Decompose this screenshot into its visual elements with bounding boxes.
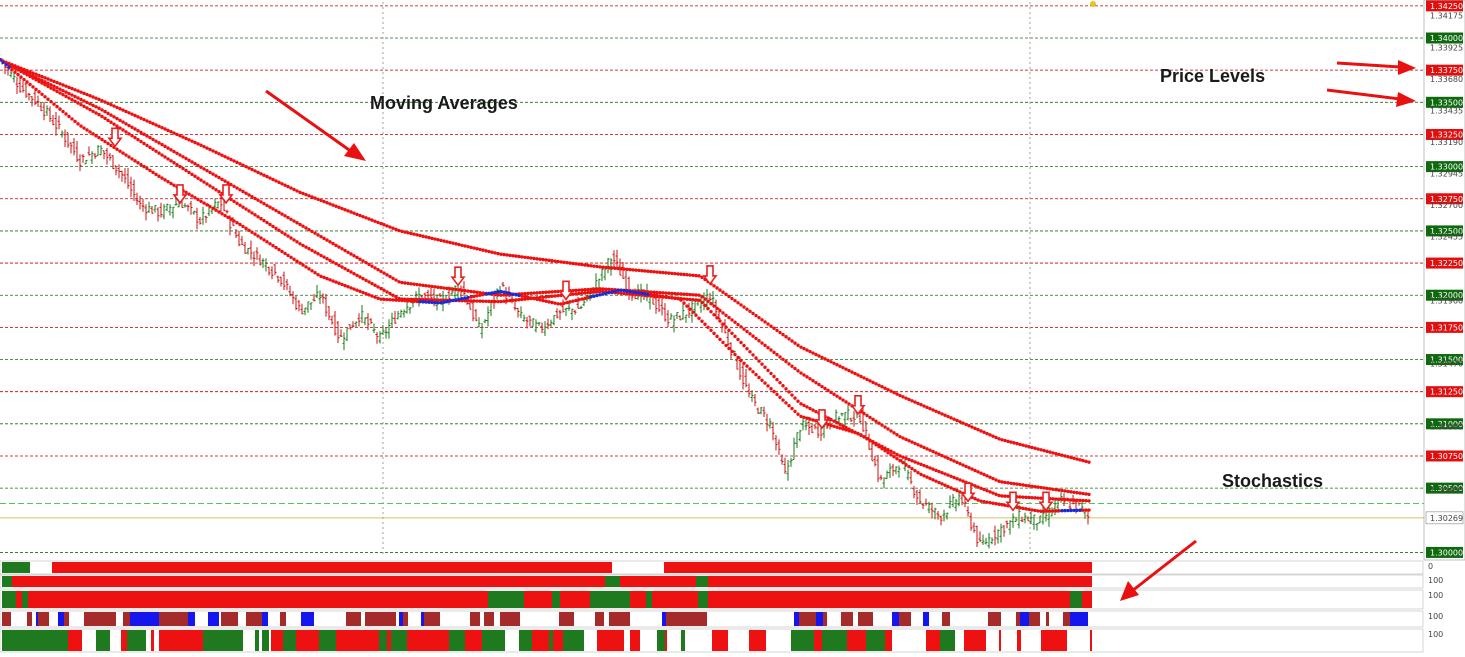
stochastics-panel: 100 — [0, 574, 1443, 589]
price-tick-label: 1.33925 — [1430, 44, 1463, 53]
level-price-label: 1.30750 — [1430, 452, 1463, 461]
level-price-label: 1.33750 — [1430, 66, 1463, 75]
level-price-label: 1.31750 — [1430, 323, 1463, 332]
level-price-tag: 1.34000 — [1426, 32, 1463, 44]
panel-scale-label: 100 — [1428, 612, 1443, 621]
level-price-tag: 1.31250 — [1426, 386, 1463, 398]
chart-marker — [1090, 1, 1096, 7]
price-tick-label: 1.33435 — [1430, 107, 1463, 116]
level-price-label: 1.34250 — [1430, 2, 1463, 11]
trading-chart[interactable]: 1.34250 1.34000 1.33750 1.33500 1.33250 1.330… — [0, 0, 1465, 653]
panel-scale-label: 100 — [1428, 576, 1443, 585]
stochastics-panel: 100 — [0, 589, 1443, 610]
price-tick-label: 1.32945 — [1430, 170, 1463, 179]
stochastics-panel: 0 — [0, 560, 1433, 575]
current-price-tag: 1.30269 — [1425, 511, 1464, 525]
level-price-tag: 1.33750 — [1426, 64, 1463, 76]
price-tick-label: 1.33190 — [1430, 138, 1463, 147]
level-price-tag: 1.34250 — [1426, 0, 1463, 12]
current-price-label: 1.30269 — [1430, 514, 1463, 523]
moving-averages-label: Moving Averages — [370, 93, 518, 113]
level-price-tag: 1.32250 — [1426, 257, 1463, 269]
price-levels-label: Price Levels — [1160, 66, 1265, 86]
level-price-label: 1.32250 — [1430, 259, 1463, 268]
stochastics-panel: 100 — [0, 628, 1443, 653]
level-price-tag: 1.30750 — [1426, 450, 1463, 462]
level-price-label: 1.30000 — [1430, 548, 1463, 557]
price-tick-label: 1.30490 — [1430, 485, 1463, 494]
price-axis: 1.342501.340001.337501.335001.332501.330… — [1423, 0, 1465, 561]
level-price-label: 1.31250 — [1430, 388, 1463, 397]
price-tick-label: 1.31470 — [1430, 359, 1463, 368]
stochastics-panel: 100 — [0, 610, 1443, 628]
level-price-tag: 1.30000 — [1426, 546, 1463, 558]
stochastics-label: Stochastics — [1222, 471, 1323, 491]
price-tick-label: 1.33680 — [1430, 75, 1463, 84]
panel-scale-label: 0 — [1428, 562, 1433, 571]
price-tick-label: 1.34175 — [1430, 12, 1463, 21]
level-price-tag: 1.31750 — [1426, 321, 1463, 333]
price-tick-label: 1.30980 — [1430, 422, 1463, 431]
price-tick-label: 1.31960 — [1430, 296, 1463, 305]
price-tick-label: 1.32455 — [1430, 233, 1463, 242]
level-price-label: 1.34000 — [1430, 34, 1463, 43]
panel-scale-label: 100 — [1428, 630, 1443, 639]
price-tick-label: 1.32700 — [1430, 201, 1463, 210]
panel-scale-label: 100 — [1428, 591, 1443, 600]
chart-background — [0, 0, 1465, 653]
chart-svg[interactable]: 1.342501.340001.337501.335001.332501.330… — [0, 0, 1465, 653]
